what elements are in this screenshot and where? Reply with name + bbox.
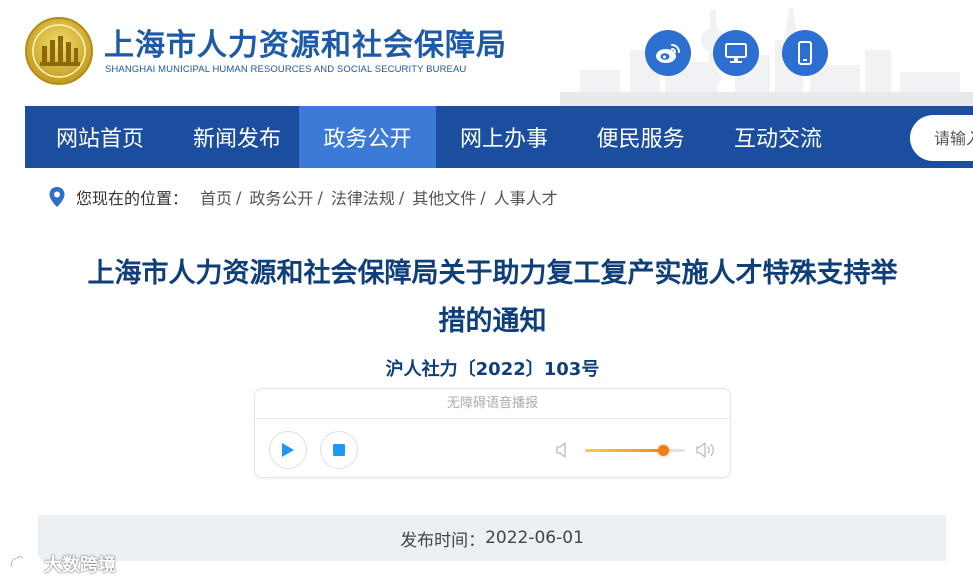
site-subtitle: SHANGHAI MUNICIPAL HUMAN RESOURCES AND S…	[105, 64, 467, 75]
breadcrumb-item-government-affairs[interactable]: 政务公开	[249, 185, 313, 209]
volume-low-icon[interactable]	[555, 441, 571, 459]
desktop-icon	[725, 43, 747, 63]
nav-item-news[interactable]: 新闻发布	[175, 106, 299, 168]
nav-item-interaction[interactable]: 互动交流	[709, 106, 847, 168]
play-icon	[282, 443, 294, 457]
play-button[interactable]	[269, 431, 307, 469]
mobile-button[interactable]	[782, 30, 828, 76]
article-title: 上海市人力资源和社会保障局关于助力复工复产实施人才特殊支持举 措的通知	[30, 250, 955, 346]
stop-icon	[333, 444, 345, 456]
article-title-line1: 上海市人力资源和社会保障局关于助力复工复产实施人才特殊支持举	[87, 258, 898, 289]
volume-high-icon[interactable]	[695, 441, 719, 459]
volume-slider[interactable]	[585, 445, 685, 456]
main-nav: 网站首页 新闻发布 政务公开 网上办事 便民服务 互动交流	[25, 106, 973, 168]
nav-item-online-services[interactable]: 网上办事	[436, 106, 572, 168]
article-title-line2: 措的通知	[438, 306, 547, 337]
location-pin-icon	[49, 187, 65, 207]
publish-label: 发布时间：	[400, 530, 486, 551]
nav-item-home[interactable]: 网站首页	[25, 106, 175, 168]
weibo-button[interactable]	[645, 30, 691, 76]
breadcrumb-separator: /	[236, 187, 242, 207]
breadcrumb-separator: /	[317, 187, 323, 207]
breadcrumb-item-laws[interactable]: 法律法规	[331, 185, 395, 209]
breadcrumb-item-other-documents[interactable]: 其他文件	[412, 185, 476, 209]
page: 上海市人力资源和社会保障局 SHANGHAI MUNICIPAL HUMAN R…	[0, 0, 973, 581]
breadcrumb-label: 您现在的位置：	[76, 189, 189, 208]
breadcrumb-item-personnel[interactable]: 人事人才	[494, 185, 558, 209]
watermark-logo-icon	[10, 555, 41, 568]
search-input[interactable]	[910, 115, 973, 161]
site-title: 上海市人力资源和社会保障局	[104, 29, 507, 62]
breadcrumb: 您现在的位置： 首页 / 政务公开 / 法律法规 / 其他文件 / 人事人才	[48, 184, 558, 210]
weibo-icon	[656, 44, 680, 63]
watermark-text: 大数跨境	[44, 555, 116, 576]
publish-date: 2022-06-01	[485, 528, 584, 548]
mobile-icon	[798, 41, 812, 65]
breadcrumb-item-home[interactable]: 首页	[200, 185, 232, 209]
stop-button[interactable]	[320, 431, 358, 469]
bureau-logo	[25, 17, 93, 85]
audio-player-label: 无障碍语音播报	[255, 389, 730, 419]
audio-player: 无障碍语音播报	[254, 388, 731, 478]
nav-item-government-affairs[interactable]: 政务公开	[299, 106, 436, 168]
site-header: 上海市人力资源和社会保障局 SHANGHAI MUNICIPAL HUMAN R…	[0, 0, 973, 106]
document-number: 沪人社力〔2022〕103号	[385, 359, 600, 380]
watermark: 大数跨境	[8, 551, 116, 577]
publish-info-bar: 发布时间： 2022-06-01	[38, 515, 946, 561]
nav-item-public-services[interactable]: 便民服务	[572, 106, 709, 168]
volume-slider-fill	[585, 449, 663, 452]
desktop-button[interactable]	[713, 30, 759, 76]
volume-slider-handle[interactable]	[658, 445, 669, 456]
breadcrumb-separator: /	[398, 187, 405, 207]
skyline-decoration	[560, 8, 973, 106]
breadcrumb-separator: /	[480, 187, 486, 207]
